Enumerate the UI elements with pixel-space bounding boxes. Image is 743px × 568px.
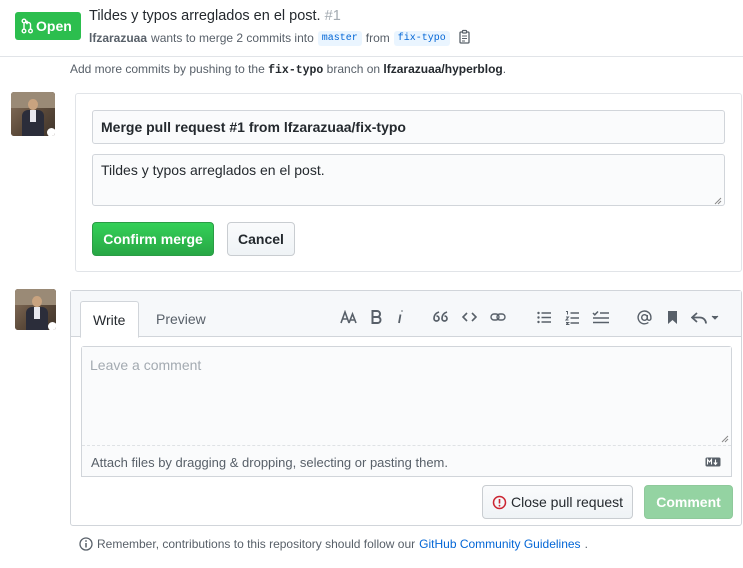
pr-meta-text: wants to merge 2 commits into: [151, 31, 314, 45]
base-branch[interactable]: master: [317, 30, 362, 46]
attach-files-text[interactable]: Attach files by dragging & dropping, sel…: [91, 455, 448, 470]
push-hint-suffix: .: [502, 62, 507, 76]
pr-title-text: Tildes y typos arreglados en el post.: [89, 8, 321, 24]
ordered-list-icon[interactable]: [563, 305, 581, 329]
community-guidelines-link[interactable]: GitHub Community Guidelines: [419, 537, 580, 551]
pull-request-icon: [21, 18, 33, 34]
pr-meta: lfzarazuaa wants to merge 2 commits into…: [89, 29, 472, 47]
code-icon[interactable]: [460, 305, 478, 329]
pr-number: #1: [324, 8, 341, 24]
tab-preview[interactable]: Preview: [144, 301, 218, 337]
push-hint-repo[interactable]: lfzarazuaa/hyperblog: [383, 62, 502, 76]
cancel-button[interactable]: Cancel: [227, 222, 295, 256]
push-hint-branch: fix-typo: [268, 64, 324, 77]
quote-icon[interactable]: [431, 305, 449, 329]
tab-write[interactable]: Write: [80, 301, 139, 338]
guidelines-prefix: Remember, contributions to this reposito…: [97, 537, 416, 551]
comment-submit-button[interactable]: Comment: [644, 485, 733, 519]
comment-tabbar: Write Preview: [71, 291, 741, 338]
avatar[interactable]: [11, 92, 55, 136]
open-state-badge: Open: [15, 12, 81, 40]
mention-icon[interactable]: [635, 305, 653, 329]
markdown-icon[interactable]: [705, 457, 721, 467]
info-icon: [79, 537, 93, 551]
saved-reply-icon[interactable]: [664, 305, 680, 329]
unordered-list-icon[interactable]: [535, 305, 553, 329]
italic-icon[interactable]: [393, 305, 407, 329]
resize-grip-icon[interactable]: [721, 435, 729, 443]
close-pull-request-label: Close pull request: [510, 494, 624, 510]
reply-icon[interactable]: [690, 305, 720, 329]
merge-title-input[interactable]: [92, 110, 725, 144]
comment-form: Write Preview Leave a comment Attach fil…: [70, 290, 742, 526]
push-hint-middle: branch on: [326, 62, 381, 76]
text-size-icon[interactable]: [338, 305, 360, 329]
state-label: Open: [36, 18, 72, 34]
close-pull-request-button[interactable]: Close pull request: [482, 485, 633, 519]
head-branch[interactable]: fix-typo: [393, 30, 450, 46]
clipboard-copy-icon[interactable]: [458, 29, 472, 47]
avatar[interactable]: [15, 289, 56, 330]
merge-form: Tildes y typos arreglados en el post. Co…: [75, 93, 742, 272]
resize-grip-icon[interactable]: [714, 197, 722, 205]
pr-author-link[interactable]: lfzarazuaa: [89, 31, 147, 45]
pr-title: Tildes y typos arreglados en el post. #1: [89, 8, 341, 24]
guidelines-suffix: .: [584, 537, 588, 551]
task-list-icon[interactable]: [590, 305, 610, 329]
bold-icon[interactable]: [368, 305, 384, 329]
pr-header: Open Tildes y typos arreglados en el pos…: [0, 0, 743, 57]
contribution-guidelines-note: Remember, contributions to this reposito…: [79, 537, 588, 551]
pr-from-text: from: [365, 31, 390, 45]
comment-editor: Attach files by dragging & dropping, sel…: [81, 346, 732, 477]
issue-closed-icon: [492, 495, 507, 509]
merge-message-textarea[interactable]: Tildes y typos arreglados en el post.: [92, 154, 725, 206]
push-hint-prefix: Add more commits by pushing to the: [70, 62, 265, 76]
comment-textarea[interactable]: [82, 347, 731, 446]
push-hint: Add more commits by pushing to the fix-t…: [70, 62, 506, 77]
confirm-merge-button[interactable]: Confirm merge: [92, 222, 214, 256]
link-icon[interactable]: [489, 305, 507, 329]
